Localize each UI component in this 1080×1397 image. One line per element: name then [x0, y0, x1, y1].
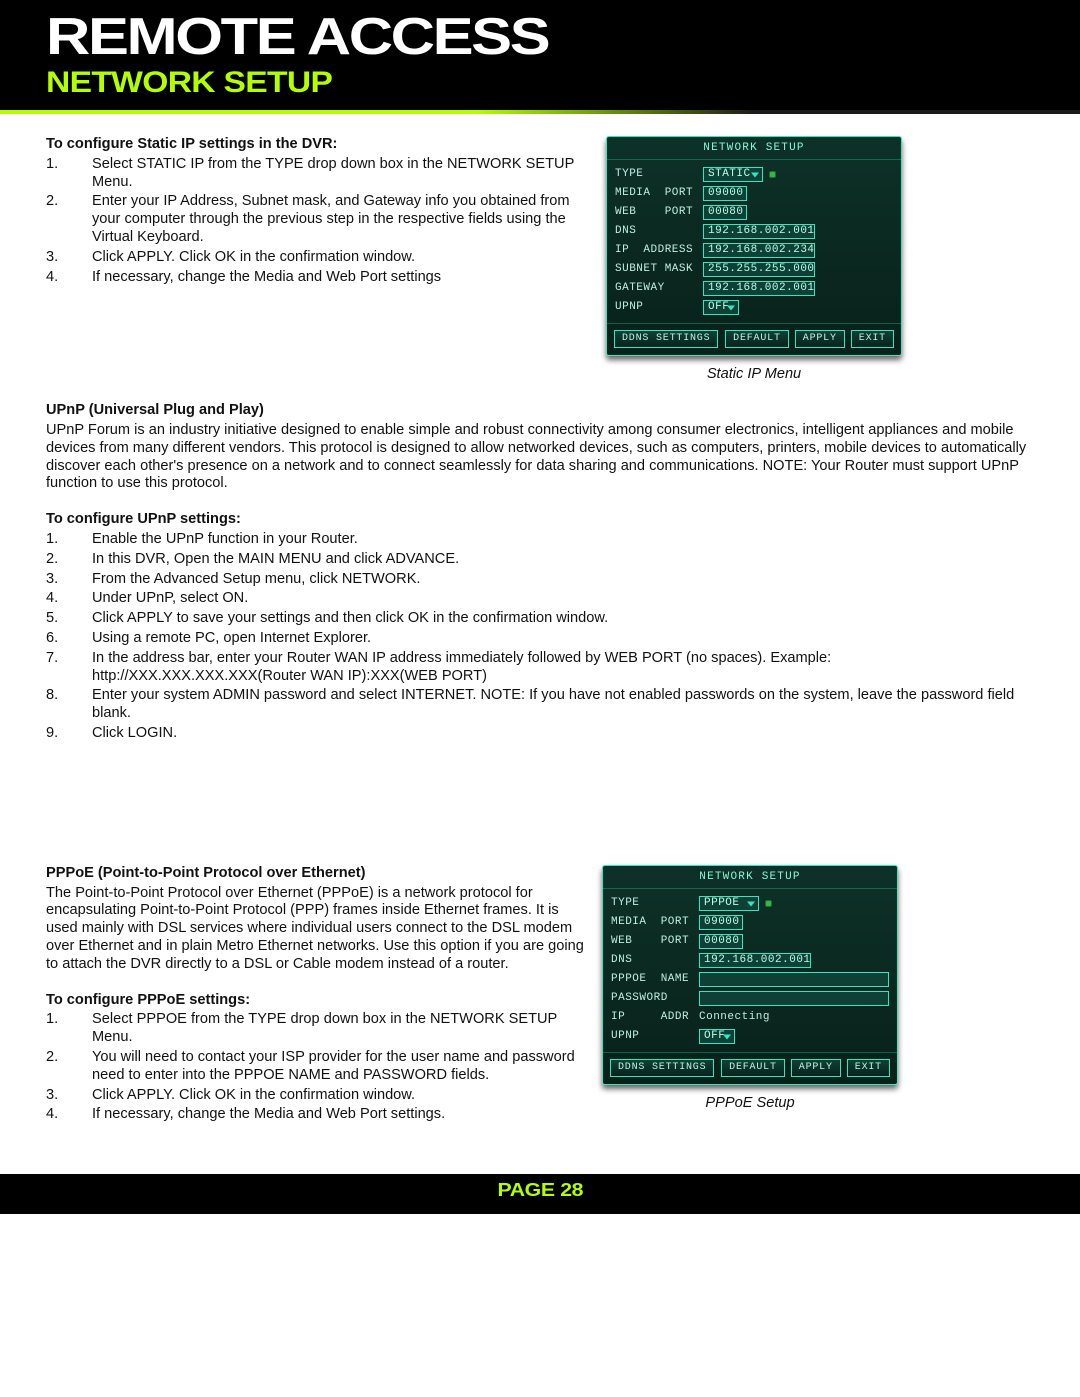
upnp-heading: UPnP (Universal Plug and Play)	[46, 402, 1034, 420]
dvr-label-type: TYPE	[611, 897, 693, 910]
exit-button[interactable]: EXIT	[847, 1059, 890, 1077]
pppoe-body: The Point-to-Point Protocol over Etherne…	[46, 885, 584, 974]
dvr-label-type: TYPE	[615, 168, 697, 181]
title-main: REMOTE ACCESS	[46, 6, 1080, 69]
pppoe-steps: Select PPPOE from the TYPE drop down box…	[92, 1011, 584, 1124]
dvr-type-select[interactable]: STATIC	[703, 167, 763, 182]
dvr-web-input[interactable]: 00080	[703, 205, 747, 220]
dvr-label-dns: DNS	[611, 954, 693, 967]
dvr-static-panel: NETWORK SETUP TYPE STATIC MEDIA PORT 090…	[606, 136, 902, 356]
page-header: REMOTE ACCESS NETWORK SETUP	[0, 0, 1080, 110]
default-button[interactable]: DEFAULT	[721, 1059, 785, 1077]
list-item: Click APPLY to save your settings and th…	[92, 610, 1034, 628]
list-item: Using a remote PC, open Internet Explore…	[92, 630, 1034, 648]
exit-button[interactable]: EXIT	[851, 330, 894, 348]
list-item: Click LOGIN.	[92, 725, 1034, 743]
ddns-button[interactable]: DDNS SETTINGS	[610, 1059, 714, 1077]
apply-button[interactable]: APPLY	[791, 1059, 841, 1077]
dvr-upnp-select[interactable]: OFF	[703, 300, 739, 315]
page-content: To configure Static IP settings in the D…	[0, 114, 1080, 1174]
static-ip-heading: To configure Static IP settings in the D…	[46, 136, 588, 154]
static-menu-caption: Static IP Menu	[606, 366, 902, 384]
dvr-pppoe-panel: NETWORK SETUP TYPE PPPOE MEDIA PORT 0900…	[602, 865, 898, 1085]
title-subtitle: NETWORK SETUP	[46, 65, 1080, 102]
dvr-media-input[interactable]: 09000	[699, 915, 743, 930]
list-item: Click APPLY. Click OK in the confirmatio…	[92, 1087, 584, 1105]
list-item: Enter your system ADMIN password and sel…	[92, 687, 1034, 723]
dvr-label-upnp: UPNP	[615, 301, 697, 314]
dvr-upnp-select[interactable]: OFF	[699, 1029, 735, 1044]
default-button[interactable]: DEFAULT	[725, 330, 789, 348]
dvr-label-media: MEDIA PORT	[615, 187, 697, 200]
dvr-label-pppoe-name: PPPOE NAME	[611, 973, 693, 986]
list-item: If necessary, change the Media and Web P…	[92, 1106, 584, 1124]
dvr-password-input[interactable]	[699, 991, 889, 1006]
list-item: Click APPLY. Click OK in the confirmatio…	[92, 249, 588, 267]
dvr-label-upnp: UPNP	[611, 1030, 693, 1043]
dvr-type-select[interactable]: PPPOE	[699, 896, 759, 911]
list-item: In the address bar, enter your Router WA…	[92, 650, 1034, 686]
dvr-label-web: WEB PORT	[611, 935, 693, 948]
dvr-media-input[interactable]: 09000	[703, 186, 747, 201]
upnp-steps: Enable the UPnP function in your Router.…	[92, 531, 1034, 743]
status-dot-icon	[765, 900, 772, 907]
list-item: From the Advanced Setup menu, click NETW…	[92, 571, 1034, 589]
list-item: If necessary, change the Media and Web P…	[92, 269, 588, 287]
dvr-label-password: PASSWORD	[611, 992, 693, 1005]
ddns-button[interactable]: DDNS SETTINGS	[614, 330, 718, 348]
list-item: Enter your IP Address, Subnet mask, and …	[92, 193, 588, 246]
page-number: Page 28	[497, 1180, 583, 1202]
list-item: Under UPnP, select ON.	[92, 590, 1034, 608]
dvr-label-subnet: SUBNET MASK	[615, 263, 697, 276]
page-footer: Page 28	[0, 1174, 1080, 1214]
static-ip-steps: Select STATIC IP from the TYPE drop down…	[92, 156, 588, 287]
dvr-pppoe-name-input[interactable]	[699, 972, 889, 987]
dvr-dns-input[interactable]: 192.168.002.001	[699, 953, 811, 968]
dvr-label-ipaddr: IP ADDR	[611, 1011, 693, 1024]
dvr-title: NETWORK SETUP	[603, 866, 897, 889]
list-item: Select STATIC IP from the TYPE drop down…	[92, 156, 588, 192]
list-item: Select PPPOE from the TYPE drop down box…	[92, 1011, 584, 1047]
list-item: In this DVR, Open the MAIN MENU and clic…	[92, 551, 1034, 569]
dvr-subnet-input[interactable]: 255.255.255.000	[703, 262, 815, 277]
dvr-ip-input[interactable]: 192.168.002.234	[703, 243, 815, 258]
dvr-label-web: WEB PORT	[615, 206, 697, 219]
list-item: Enable the UPnP function in your Router.	[92, 531, 1034, 549]
dvr-gateway-input[interactable]: 192.168.002.001	[703, 281, 815, 296]
pppoe-caption: PPPoE Setup	[602, 1095, 898, 1113]
dvr-dns-input[interactable]: 192.168.002.001	[703, 224, 815, 239]
dvr-web-input[interactable]: 00080	[699, 934, 743, 949]
pppoe-heading: PPPoE (Point-to-Point Protocol over Ethe…	[46, 865, 584, 883]
dvr-title: NETWORK SETUP	[607, 137, 901, 160]
dvr-label-gateway: GATEWAY	[615, 282, 697, 295]
dvr-label-ip: IP ADDRESS	[615, 244, 697, 257]
dvr-label-dns: DNS	[615, 225, 697, 238]
list-item: You will need to contact your ISP provid…	[92, 1049, 584, 1085]
upnp-body: UPnP Forum is an industry initiative des…	[46, 422, 1034, 493]
dvr-label-media: MEDIA PORT	[611, 916, 693, 929]
status-dot-icon	[769, 171, 776, 178]
upnp-config-heading: To configure UPnP settings:	[46, 511, 1034, 529]
dvr-ipaddr-value: Connecting	[699, 1011, 770, 1024]
apply-button[interactable]: APPLY	[795, 330, 845, 348]
pppoe-config-heading: To configure PPPoE settings:	[46, 992, 584, 1010]
